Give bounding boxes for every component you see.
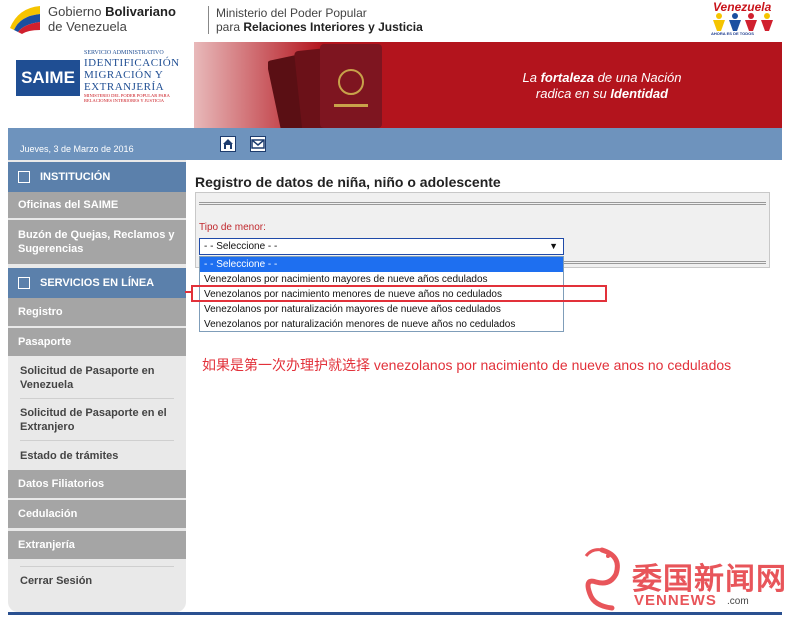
annotation-highlight-box <box>191 285 607 302</box>
sidebar-divider <box>20 440 174 441</box>
sidebar-item-registro[interactable]: Registro <box>8 298 186 328</box>
sidebar-subitem-pasaporte-extranjero[interactable]: Solicitud de Pasaporte en el Extranjero <box>8 406 186 434</box>
tipo-menor-select[interactable]: - - Seleccione - - ▼ <box>199 238 564 255</box>
sidebar-subitem-estado-tramites[interactable]: Estado de trámites <box>8 449 186 463</box>
annotation-note: 如果是第一次办理护就选择 venezolanos por nacimiento … <box>202 357 732 373</box>
sidebar-nav: INSTITUCIÓN Oficinas del SAIME Buzón de … <box>8 160 186 612</box>
checkbox-icon <box>18 171 30 183</box>
dragon-logo-icon <box>584 547 620 611</box>
sidebar-item-oficinas[interactable]: Oficinas del SAIME <box>8 192 186 220</box>
footer-line <box>8 612 782 615</box>
government-title: Gobierno Bolivariano de Venezuela <box>48 4 176 34</box>
page-title: Registro de datos de niña, niño o adoles… <box>195 174 501 190</box>
header-divider <box>208 6 209 34</box>
sidebar-subitem-pasaporte-venezuela[interactable]: Solicitud de Pasaporte en Venezuela <box>8 364 186 392</box>
dropdown-option[interactable]: - - Seleccione - - <box>200 257 563 272</box>
venezuela-logo: Venezuela AHORA ES DE TODOS <box>711 0 781 40</box>
government-header: Gobierno Bolivariano de Venezuela Minist… <box>0 0 801 42</box>
sidebar-section-label: INSTITUCIÓN <box>40 171 111 183</box>
mail-icon[interactable] <box>250 136 266 152</box>
banner-slogan: La fortaleza de una Nación radica en su … <box>522 70 682 101</box>
venezuela-flag-icon <box>10 6 40 34</box>
form-divider <box>199 202 766 203</box>
saime-ministry-note: MINISTERIO DEL PODER POPULAR PARA RELACI… <box>84 93 170 103</box>
sidebar-item-pasaporte[interactable]: Pasaporte <box>8 328 186 358</box>
checkbox-icon <box>18 277 30 289</box>
saime-service-label: SERVICIO ADMINISTRATIVO <box>84 50 164 56</box>
vennews-watermark: 委国新闻网 VENNEWS .com <box>572 546 797 616</box>
sidebar-item-cedulacion[interactable]: Cedulación <box>8 500 186 530</box>
current-date: Jueves, 3 de Marzo de 2016 <box>20 144 134 154</box>
people-figures-icon <box>713 13 773 31</box>
saime-line-3: EXTRANJERÍA <box>84 81 165 93</box>
sidebar-divider <box>20 566 174 567</box>
form-divider <box>199 204 766 205</box>
sidebar-item-buzon[interactable]: Buzón de Quejas, Reclamos y Sugerencias <box>8 220 186 266</box>
ministry-title: Ministerio del Poder Popular para Relaci… <box>216 6 423 34</box>
dropdown-option[interactable]: Venezolanos por naturalización menores d… <box>200 317 563 332</box>
tipo-menor-label: Tipo de menor: <box>199 222 266 233</box>
banner-red-panel: La fortaleza de una Nación radica en su … <box>194 42 782 128</box>
sidebar-item-datos-filiatorios[interactable]: Datos Filiatorios <box>8 470 186 500</box>
sidebar-item-cerrar-sesion[interactable]: Cerrar Sesión <box>8 574 186 588</box>
saime-logo-area: SAIME SERVICIO ADMINISTRATIVO IDENTIFICA… <box>8 42 194 128</box>
saime-logo: SAIME <box>16 60 80 96</box>
watermark-english: VENNEWS <box>634 592 717 609</box>
home-icon[interactable] <box>220 136 236 152</box>
sidebar-divider <box>20 398 174 399</box>
watermark-domain: .com <box>727 596 749 607</box>
saime-line-2: MIGRACIÓN Y <box>84 69 164 81</box>
passport-image <box>268 44 382 128</box>
date-toolbar: Jueves, 3 de Marzo de 2016 <box>8 128 782 160</box>
select-value: - - Seleccione - - <box>204 241 278 252</box>
dropdown-arrow-icon: ▼ <box>549 241 558 251</box>
saime-banner: SAIME SERVICIO ADMINISTRATIVO IDENTIFICA… <box>8 42 782 128</box>
sidebar-section-label: SERVICIOS EN LÍNEA <box>40 277 155 289</box>
sidebar-section-servicios[interactable]: SERVICIOS EN LÍNEA <box>8 268 186 298</box>
venezuela-logo-subtitle: AHORA ES DE TODOS <box>711 31 754 36</box>
saime-line-1: IDENTIFICACIÓN <box>84 57 180 69</box>
dropdown-option[interactable]: Venezolanos por naturalización mayores d… <box>200 302 563 317</box>
saime-name: SERVICIO ADMINISTRATIVO IDENTIFICACIÓN M… <box>84 50 192 103</box>
sidebar-section-institucion[interactable]: INSTITUCIÓN <box>8 162 186 192</box>
sidebar-item-extranjeria[interactable]: Extranjería <box>8 531 186 561</box>
